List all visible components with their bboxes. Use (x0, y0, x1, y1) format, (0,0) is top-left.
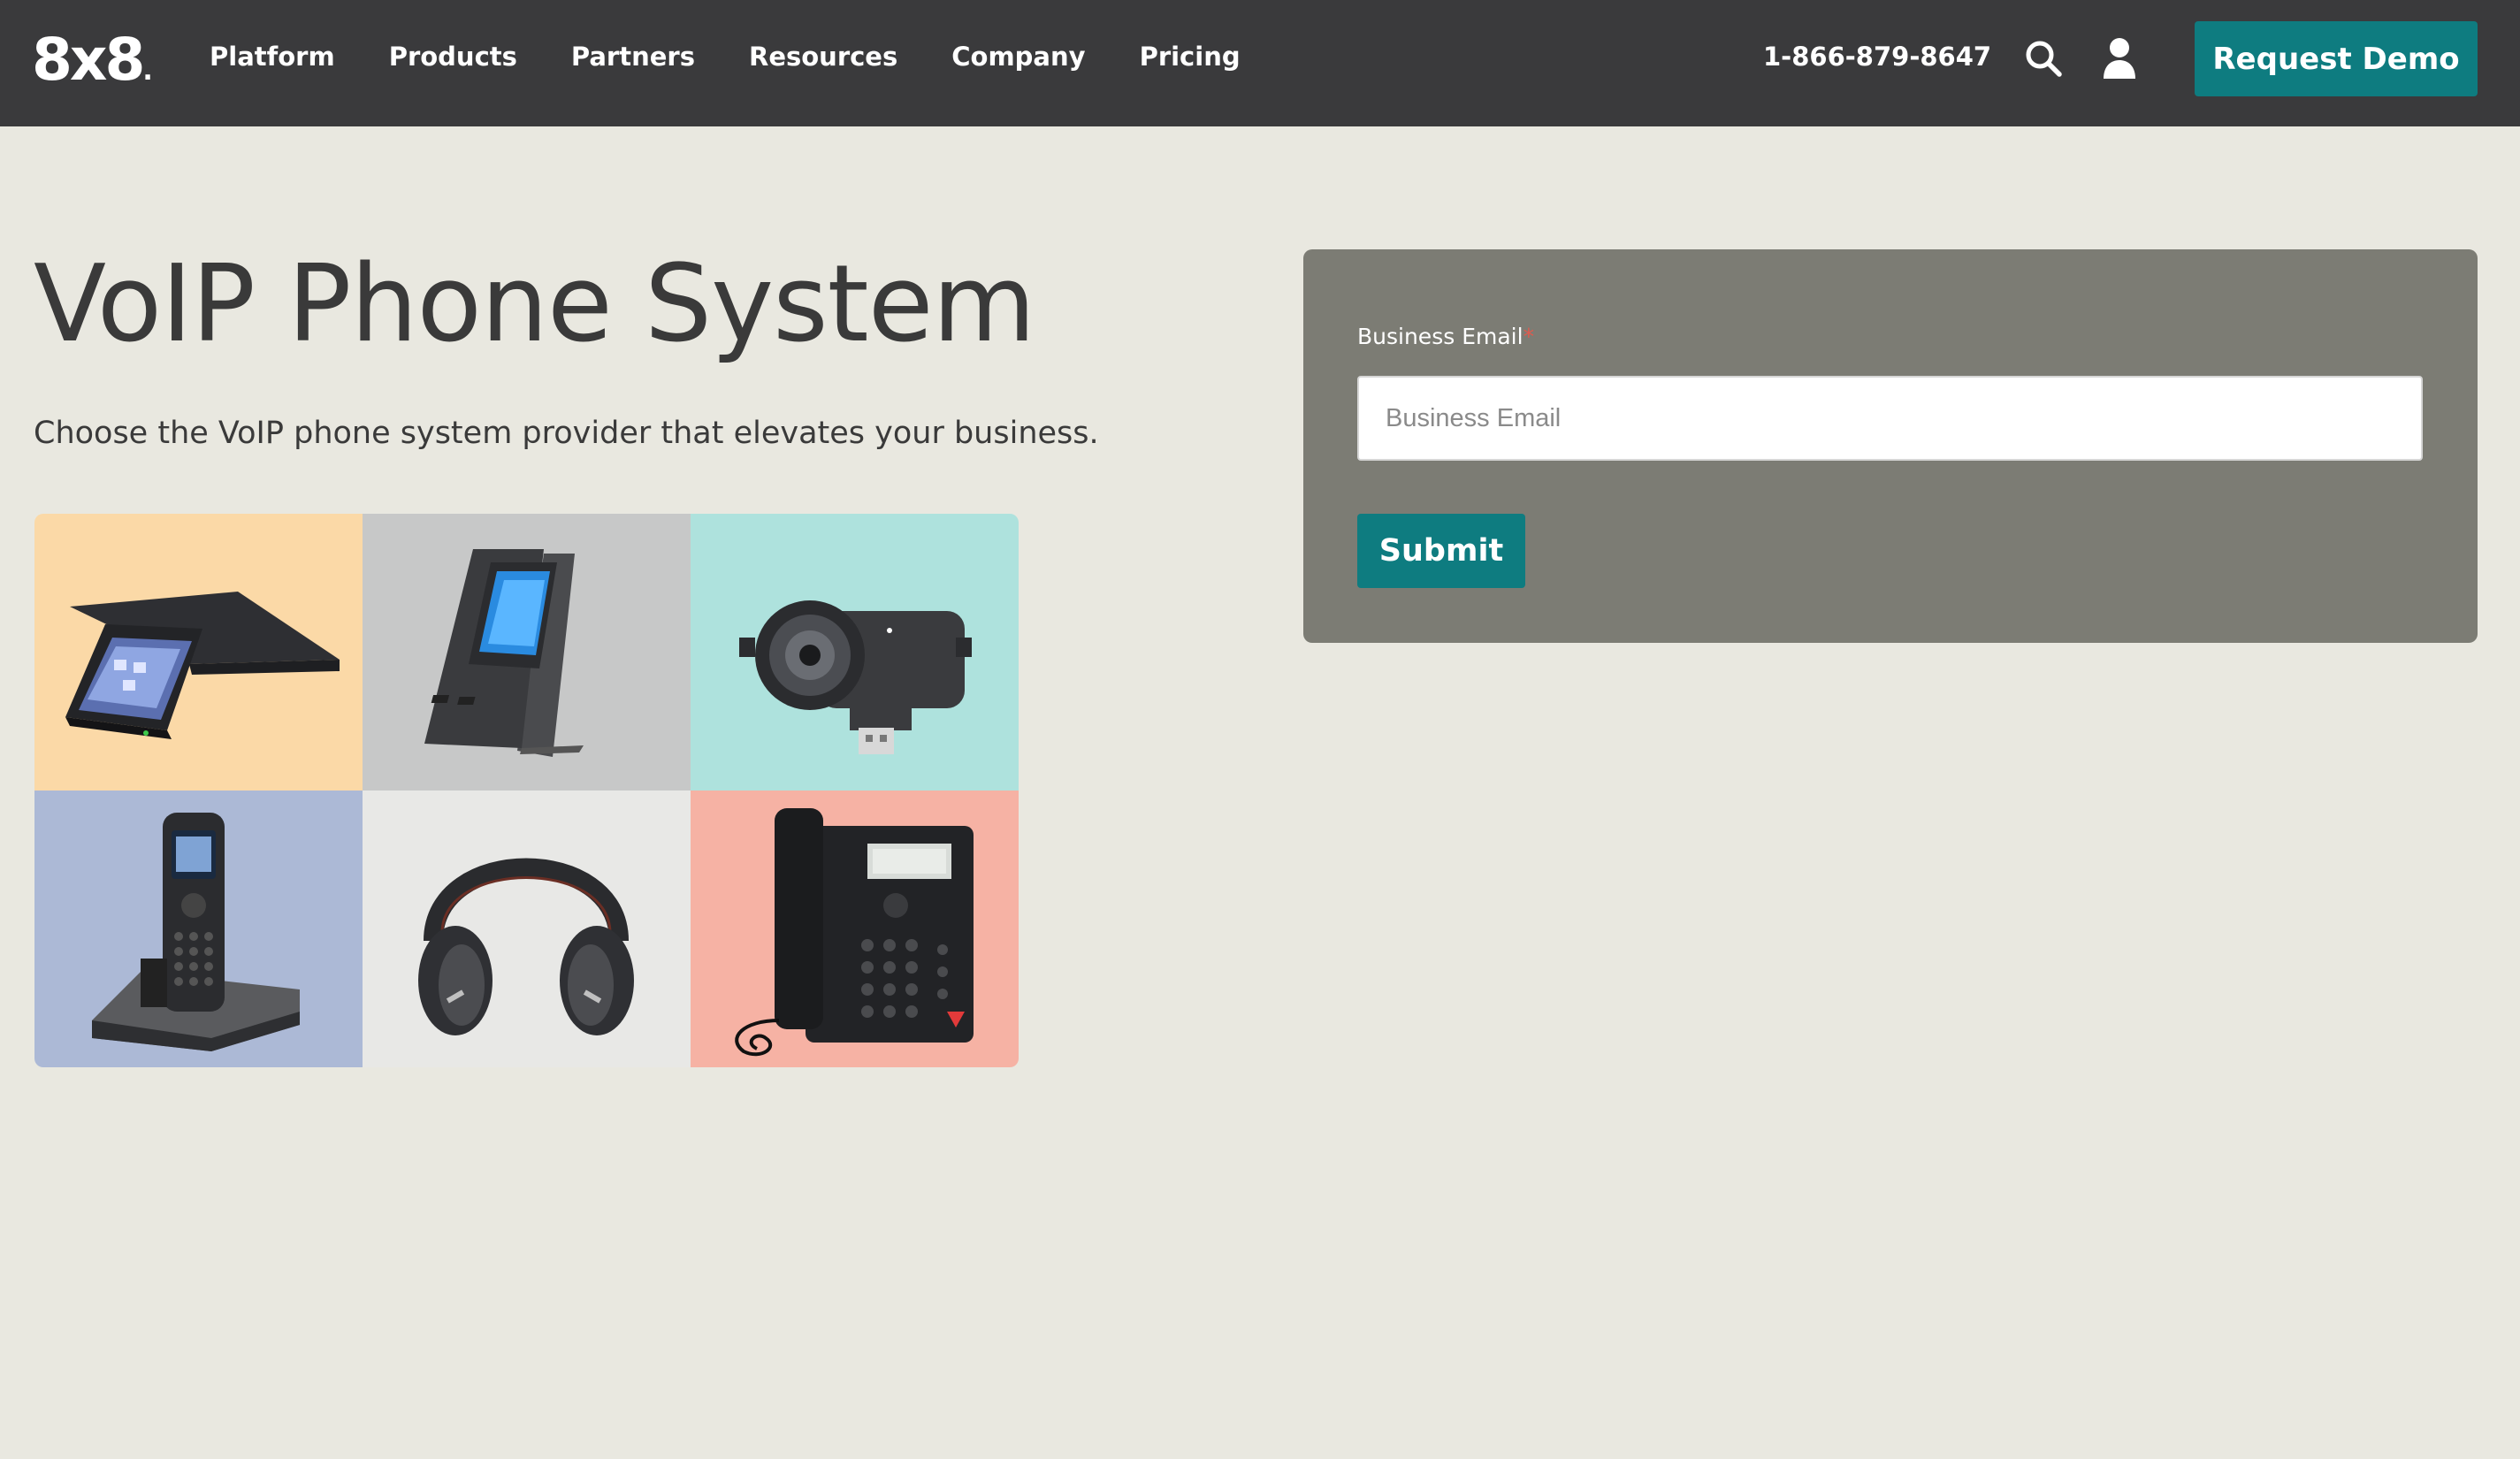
user-icon (2104, 38, 2135, 79)
nav-pricing[interactable]: Pricing (1140, 42, 1241, 72)
search-button[interactable] (2021, 34, 2066, 83)
page-title: VoIP Phone System (34, 243, 1035, 366)
headset-image (418, 858, 634, 1035)
usb-camera-image (739, 600, 972, 754)
business-email-label-text: Business Email (1357, 324, 1523, 349)
product-tile-desk-phone (691, 791, 1019, 1067)
page-subtitle: Choose the VoIP phone system provider th… (34, 416, 1099, 451)
nav-company[interactable]: Company (951, 42, 1085, 72)
product-image-grid (34, 514, 1019, 1067)
product-tile-cordless-phone (34, 791, 363, 1067)
conference-phone-image (65, 592, 340, 739)
nav-resources[interactable]: Resources (749, 42, 897, 72)
nav-platform[interactable]: Platform (210, 42, 335, 72)
cordless-phone-image (92, 813, 300, 1051)
business-email-label: Business Email* (1357, 324, 1534, 349)
logo-8x8[interactable]: 8x8. (32, 26, 153, 105)
desk-phone-image (735, 808, 974, 1057)
product-tile-usb-camera (691, 514, 1019, 791)
required-marker: * (1523, 324, 1535, 349)
business-email-input[interactable] (1357, 376, 2423, 461)
expansion-module-image (424, 549, 584, 757)
main-nav: Platform Products Partners Resources Com… (210, 0, 1294, 113)
search-icon (2026, 41, 2062, 77)
account-button[interactable] (2097, 34, 2142, 83)
nav-partners[interactable]: Partners (571, 42, 695, 72)
logo-dot: . (142, 56, 153, 87)
demo-request-form: Business Email* Submit (1303, 249, 2478, 643)
nav-products[interactable]: Products (389, 42, 517, 72)
phone-number-link[interactable]: 1-866-879-8647 (1763, 0, 1991, 113)
top-navigation-bar: 8x8. Platform Products Partners Resource… (0, 0, 2520, 126)
request-demo-button[interactable]: Request Demo (2195, 21, 2478, 96)
submit-button[interactable]: Submit (1357, 514, 1525, 588)
logo-text: 8x8 (32, 26, 145, 94)
product-tile-conference-phone (34, 514, 363, 791)
product-tile-expansion-module (363, 514, 691, 791)
product-tile-headset (363, 791, 691, 1067)
